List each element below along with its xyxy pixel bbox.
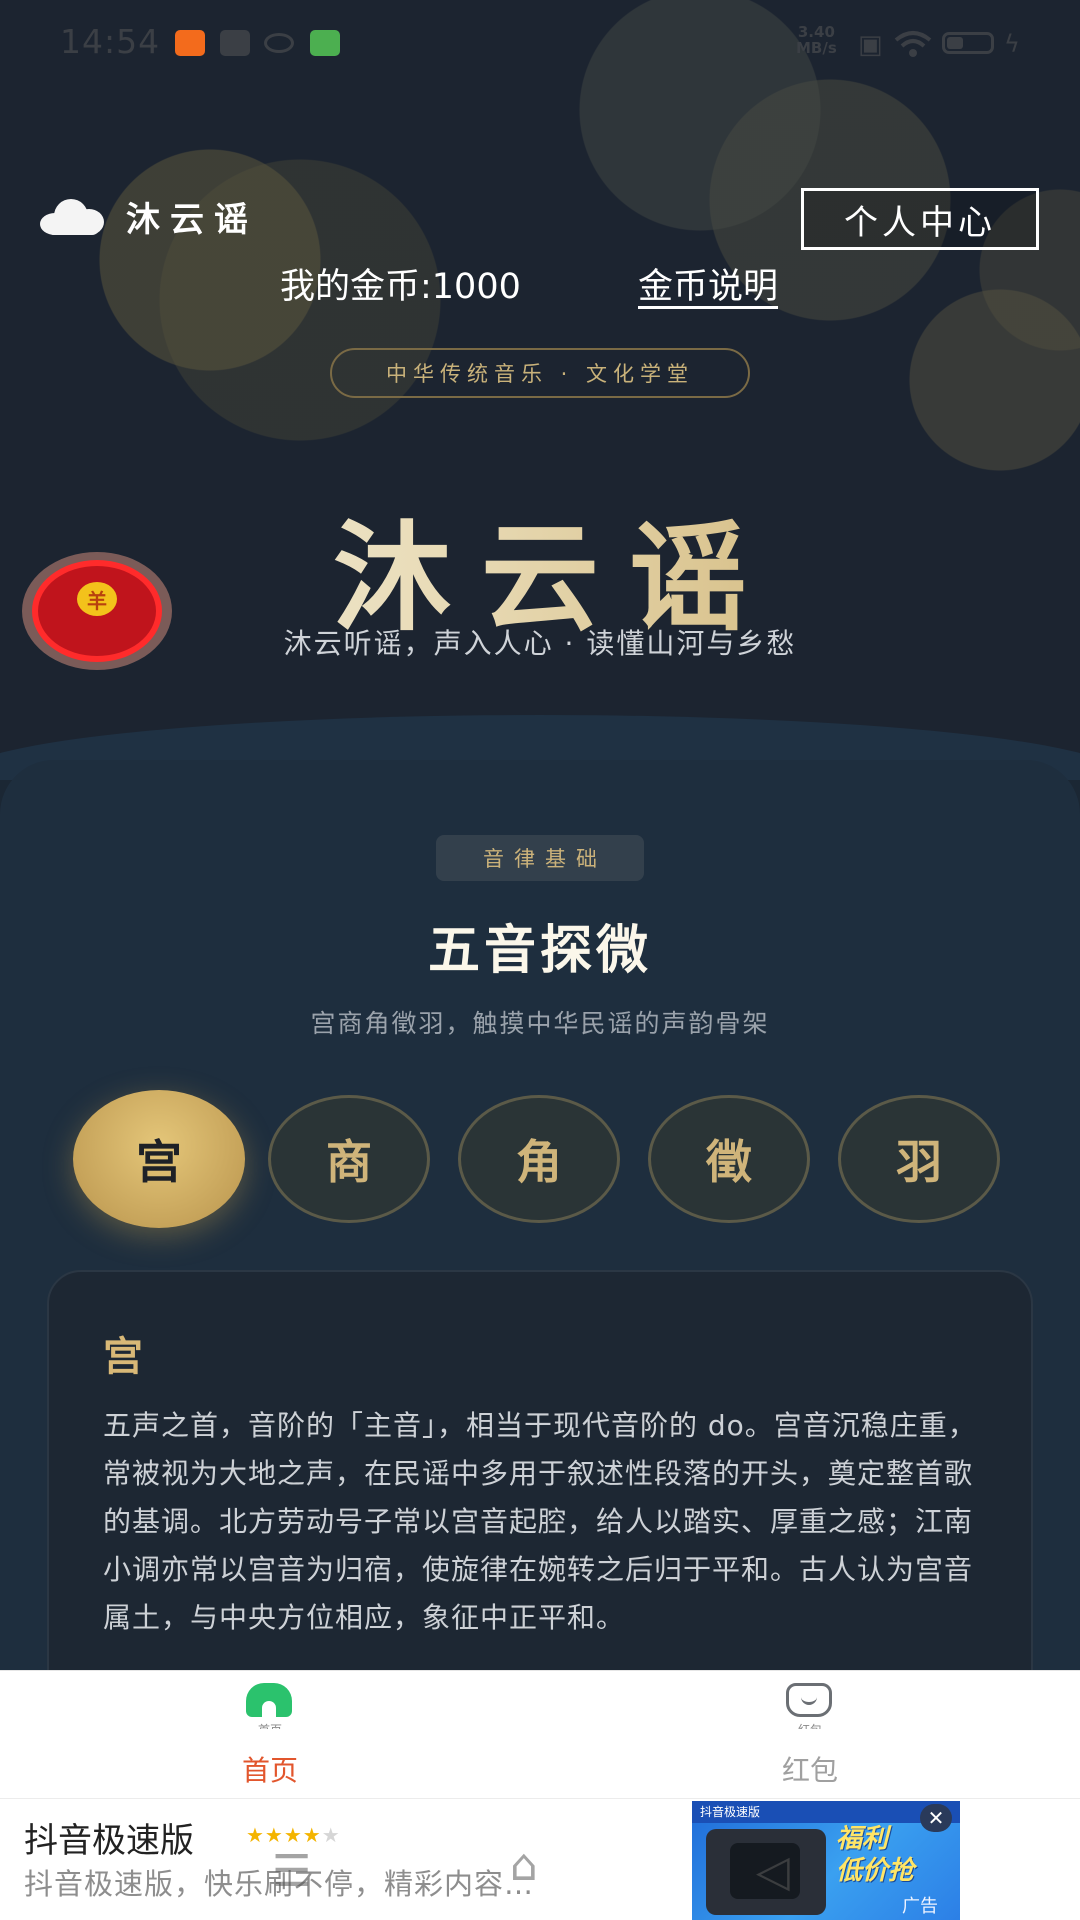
notification-mail-icon bbox=[220, 30, 250, 56]
red-packet-bag-icon bbox=[786, 1683, 832, 1717]
tone-button-shang[interactable]: 商 bbox=[268, 1095, 430, 1223]
ad-title: 抖音极速版 bbox=[24, 1821, 194, 1861]
cloud-icon bbox=[40, 197, 104, 237]
bottom-nav: 首页 首页 红包 红包 bbox=[0, 1670, 1080, 1798]
notification-app-icon bbox=[264, 33, 294, 53]
network-speed-unit: MB/s bbox=[796, 39, 837, 57]
notification-app-icon bbox=[175, 30, 205, 56]
ad-rating-stars: ★★★★★ bbox=[246, 1823, 341, 1847]
system-menu-icon[interactable]: ☰ bbox=[272, 1846, 311, 1897]
sim-icon: ▣ bbox=[858, 30, 883, 60]
tone-detail-title: 宫 bbox=[103, 1334, 143, 1380]
nav-item-home[interactable]: 首页 首页 bbox=[150, 1671, 390, 1799]
system-back-icon[interactable]: ◁ bbox=[756, 1846, 790, 1897]
charging-icon: ϟ bbox=[1004, 30, 1020, 58]
hero-tagline: 中华传统音乐 · 文化学堂 bbox=[330, 348, 750, 398]
section-title: 五音探微 bbox=[427, 921, 652, 981]
notification-app-icon bbox=[310, 30, 340, 56]
system-home-icon[interactable]: ⌂ bbox=[510, 1840, 538, 1891]
tone-button-zhi[interactable]: 徵 bbox=[648, 1095, 810, 1223]
status-time: 14:54 bbox=[60, 22, 161, 61]
red-packet-coin-icon: 羊 bbox=[77, 582, 117, 616]
nav-icon-caption: 红包 bbox=[690, 1721, 930, 1729]
coin-balance: 我的金币:1000 bbox=[280, 267, 521, 307]
wifi-icon bbox=[894, 30, 932, 65]
coin-help-link[interactable]: 金币说明 bbox=[638, 258, 778, 309]
ad-close-button[interactable]: ✕ bbox=[920, 1804, 952, 1832]
section-subtitle: 宫商角徵羽，触摸中华民谣的声韵骨架 bbox=[310, 1009, 770, 1038]
tone-button-jue[interactable]: 角 bbox=[458, 1095, 620, 1223]
ad-promo-line: 低价抢 bbox=[836, 1856, 915, 1886]
tone-button-gong[interactable]: 宫 bbox=[73, 1090, 245, 1228]
tone-detail-body: 五声之首，音阶的「主音」，相当于现代音阶的 do。宫音沉稳庄重，常被视为大地之声… bbox=[103, 1409, 977, 1634]
status-bar: 14:54 3.40 MB/s ▣ ϟ bbox=[0, 0, 1080, 86]
ad-promo-text: 福利 低价抢 bbox=[836, 1823, 956, 1887]
section-badge: 音律基础 bbox=[436, 835, 644, 881]
nav-item-red-packet[interactable]: 红包 红包 bbox=[690, 1671, 930, 1799]
brand: 沐云谣 bbox=[40, 192, 258, 241]
battery-icon bbox=[942, 32, 994, 54]
home-icon bbox=[246, 1683, 292, 1717]
nav-label-red-packet: 红包 bbox=[781, 1754, 838, 1787]
ad-tag: 广告 bbox=[902, 1896, 938, 1917]
nav-icon-caption: 首页 bbox=[150, 1721, 390, 1729]
nav-label-home: 首页 bbox=[241, 1754, 298, 1787]
network-speed-value: 3.40 bbox=[797, 23, 835, 41]
profile-center-button[interactable]: 个人中心 bbox=[801, 188, 1039, 250]
red-packet-float-button[interactable]: 羊 bbox=[22, 552, 172, 670]
tone-button-yu[interactable]: 羽 bbox=[838, 1095, 1000, 1223]
brand-name: 沐云谣 bbox=[126, 200, 258, 240]
network-speed: 3.40 MB/s bbox=[796, 24, 837, 56]
